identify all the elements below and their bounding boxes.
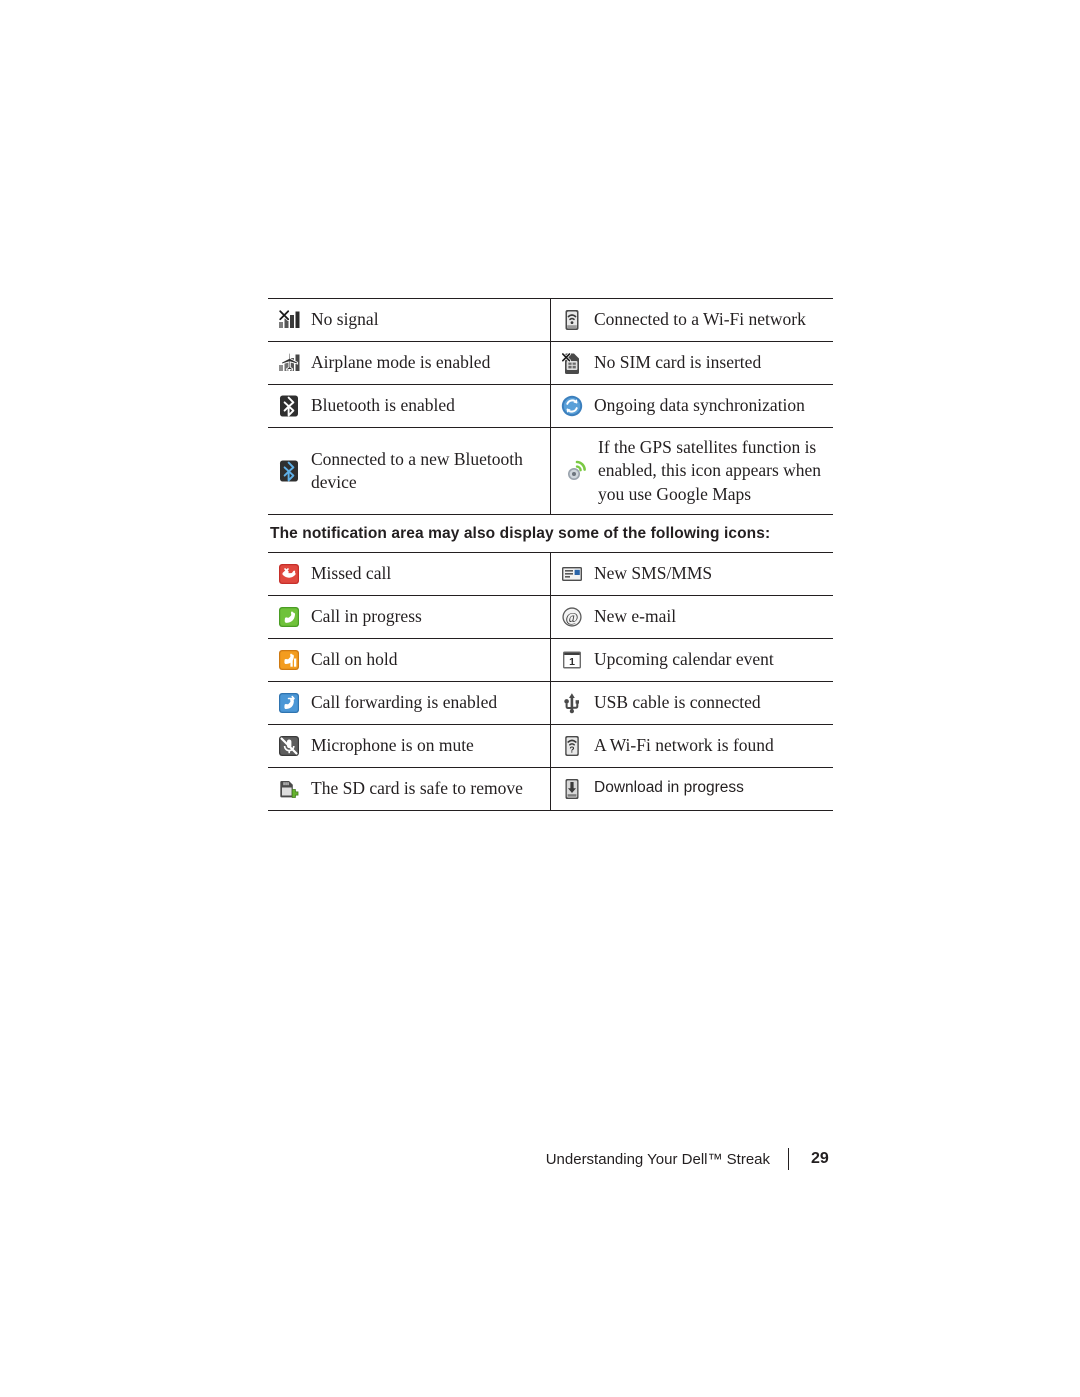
table-row: Call forwarding is enabled USB cable is …	[268, 681, 833, 725]
svg-text:1: 1	[569, 656, 575, 668]
calendar-event-icon: 1	[559, 647, 585, 673]
table-cell-right: Connected to a Wi-Fi network	[550, 298, 833, 342]
icon-label: New SMS/MMS	[594, 563, 713, 584]
table-row: Airplane mode is enabled No SIM card is …	[268, 341, 833, 385]
icon-label: USB cable is connected	[594, 692, 761, 713]
table-cell-left: Call on hold	[268, 638, 551, 682]
page-footer: Understanding Your Dell™ Streak 29	[268, 1148, 833, 1170]
table-cell-right: ? A Wi-Fi network is found	[550, 724, 833, 768]
download-progress-icon	[559, 776, 585, 802]
no-signal-icon	[276, 307, 302, 333]
icon-label: Bluetooth is enabled	[311, 395, 455, 416]
table-row: No signal Connected to a Wi-Fi network	[268, 298, 833, 342]
missed-call-icon	[276, 561, 302, 587]
table-cell-left: Bluetooth is enabled	[268, 384, 551, 428]
svg-text:@: @	[566, 611, 579, 626]
table-cell-right: No SIM card is inserted	[550, 341, 833, 385]
data-sync-icon	[559, 393, 585, 419]
section-heading-cell: The notification area may also display s…	[268, 514, 833, 553]
icon-label: Download in progress	[594, 779, 744, 797]
icon-label: Upcoming calendar event	[594, 649, 774, 670]
icon-label: Connected to a Wi-Fi network	[594, 309, 806, 330]
page-number: 29	[811, 1150, 829, 1167]
icon-label: Airplane mode is enabled	[311, 352, 491, 373]
wifi-connected-icon	[559, 307, 585, 333]
table-row: Call in progress @ New e-mail	[268, 595, 833, 639]
table-cell-right: USB cable is connected	[550, 681, 833, 725]
usb-cable-icon	[559, 690, 585, 716]
table-cell-right: Ongoing data synchronization	[550, 384, 833, 428]
sd-card-safe-icon	[276, 776, 302, 802]
table-cell-right: If the GPS satellites function is enable…	[550, 427, 833, 515]
microphone-mute-icon	[276, 733, 302, 759]
table-cell-right: New SMS/MMS	[550, 552, 833, 596]
section-heading-row: The notification area may also display s…	[268, 514, 833, 553]
table-row: Call on hold 1 Upcoming calendar event	[268, 638, 833, 682]
table-cell-left: The SD card is safe to remove	[268, 767, 551, 811]
icon-label: Call forwarding is enabled	[311, 692, 498, 713]
new-sms-mms-icon	[559, 561, 585, 587]
table-cell-left: No signal	[268, 298, 551, 342]
gps-icon	[563, 458, 589, 484]
table-row: Missed call New SMS/MMS	[268, 552, 833, 596]
call-on-hold-icon	[276, 647, 302, 673]
new-email-icon: @	[559, 604, 585, 630]
table-cell-left: Connected to a new Bluetooth device	[268, 427, 551, 515]
section-heading: The notification area may also display s…	[270, 524, 771, 542]
icon-label: A Wi-Fi network is found	[594, 735, 774, 756]
footer-title: Understanding Your Dell™ Streak	[545, 1150, 770, 1168]
table-cell-left: Microphone is on mute	[268, 724, 551, 768]
document-page: No signal Connected to a Wi-Fi network A…	[0, 0, 1080, 1397]
table-cell-right: Download in progress	[550, 767, 833, 811]
svg-text:?: ?	[569, 744, 574, 754]
table-row: Bluetooth is enabled Ongoing data synchr…	[268, 384, 833, 428]
bluetooth-connected-icon	[276, 458, 302, 484]
table-cell-left: Missed call	[268, 552, 551, 596]
airplane-mode-icon	[276, 350, 302, 376]
icon-label: If the GPS satellites function is enable…	[598, 437, 822, 504]
status-icons-table: No signal Connected to a Wi-Fi network A…	[268, 298, 833, 811]
icon-label: Ongoing data synchronization	[594, 395, 805, 416]
table-cell-right: 1 Upcoming calendar event	[550, 638, 833, 682]
table-row: Microphone is on mute ? A Wi-Fi network …	[268, 724, 833, 768]
footer-divider	[788, 1148, 789, 1170]
icon-label: No SIM card is inserted	[594, 352, 762, 373]
table-cell-right: @ New e-mail	[550, 595, 833, 639]
table-row: The SD card is safe to remove Download i…	[268, 767, 833, 811]
wifi-found-icon: ?	[559, 733, 585, 759]
icon-label: Connected to a new Bluetooth device	[311, 448, 523, 492]
icon-label: Microphone is on mute	[311, 735, 474, 756]
icon-label: Call in progress	[311, 606, 422, 627]
table-cell-left: Call forwarding is enabled	[268, 681, 551, 725]
call-forwarding-icon	[276, 690, 302, 716]
bluetooth-enabled-icon	[276, 393, 302, 419]
call-in-progress-icon	[276, 604, 302, 630]
icon-label: No signal	[311, 309, 379, 330]
icon-label: New e-mail	[594, 606, 677, 627]
icon-label: The SD card is safe to remove	[311, 778, 523, 799]
icon-label: Missed call	[311, 563, 392, 584]
table-cell-left: Airplane mode is enabled	[268, 341, 551, 385]
no-sim-card-icon	[559, 350, 585, 376]
icon-label: Call on hold	[311, 649, 398, 670]
table-row: Connected to a new Bluetooth device If t…	[268, 427, 833, 515]
table-cell-left: Call in progress	[268, 595, 551, 639]
